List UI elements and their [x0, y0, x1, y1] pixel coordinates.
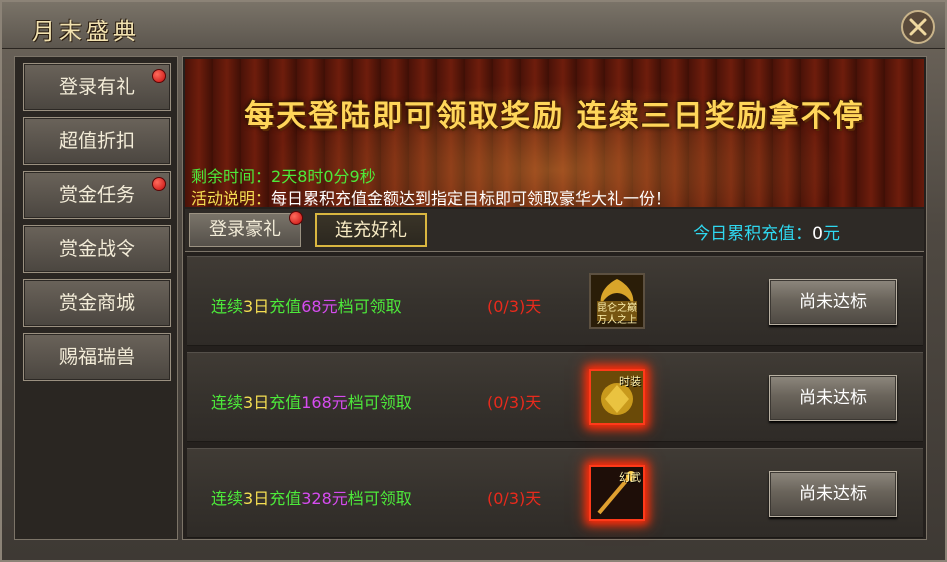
reward-item-art: 昆仑之巅 万人之上 [591, 275, 643, 327]
condition-mid: 充值 [269, 393, 302, 412]
remaining-time-value: 2天8时0分9秒 [271, 167, 376, 186]
condition-suffix: 档可领取 [347, 489, 412, 508]
event-description: 活动说明：每日累积充值金额达到指定目标即可领取豪华大礼一份！ [191, 185, 671, 207]
item-label-line1: 昆仑之巅 [597, 301, 637, 314]
condition-prefix: 连续 [211, 393, 244, 412]
remaining-time-label: 剩余时间： [191, 167, 272, 186]
reward-condition: 连续3日充值168元档可领取 [211, 389, 412, 413]
item-label-line2: 万人之上 [597, 313, 637, 326]
close-icon [901, 10, 935, 44]
reward-progress: (0/3)天 [487, 485, 541, 509]
sidebar-item-discount[interactable]: 超值折扣 [23, 117, 171, 165]
sidebar-item-bounty-task[interactable]: 赏金任务 [23, 171, 171, 219]
sidebar-item-bounty-shop[interactable]: 赏金商城 [23, 279, 171, 327]
event-window: 月末盛典 登录有礼 超值折扣 赏金任务 赏金战令 赏金商城 赐福瑞兽 每天登陆即… [0, 0, 947, 562]
close-button[interactable] [899, 8, 937, 46]
claim-button[interactable]: 尚未达标 [769, 375, 897, 421]
condition-amount: 168元 [301, 393, 348, 412]
item-label: 幻武 [619, 471, 641, 484]
tab-recharge-gift[interactable]: 连充好礼 [315, 213, 427, 247]
notification-dot-icon [152, 177, 166, 191]
sidebar-item-label: 超值折扣 [58, 130, 135, 152]
reward-progress: (0/3)天 [487, 293, 541, 317]
sidebar: 登录有礼 超值折扣 赏金任务 赏金战令 赏金商城 赐福瑞兽 [14, 56, 178, 540]
reward-condition: 连续3日充值328元档可领取 [211, 485, 412, 509]
claim-button[interactable]: 尚未达标 [769, 471, 897, 517]
condition-prefix: 连续 [211, 489, 244, 508]
condition-mid: 充值 [269, 489, 302, 508]
claim-button[interactable]: 尚未达标 [769, 279, 897, 325]
title-bar[interactable]: 月末盛典 [2, 2, 945, 49]
progress-close: )天 [519, 489, 542, 508]
banner-slogan: 每天登陆即可领取奖励 连续三日奖励拿不停 [244, 99, 865, 134]
sidebar-item-label: 赐福瑞兽 [58, 346, 135, 368]
sidebar-item-login-gift[interactable]: 登录有礼 [23, 63, 171, 111]
sidebar-item-label: 赏金战令 [58, 238, 135, 260]
progress-value: 0/3 [493, 393, 519, 412]
condition-suffix: 档可领取 [347, 393, 412, 412]
today-recharge-unit: 元 [823, 224, 840, 244]
event-banner: 每天登陆即可领取奖励 连续三日奖励拿不停 剩余时间：2天8时0分9秒 活动说明：… [185, 59, 924, 207]
progress-close: )天 [519, 297, 542, 316]
condition-days: 3日 [243, 297, 270, 316]
tab-label: 登录豪礼 [209, 219, 281, 240]
window-title: 月末盛典 [32, 19, 140, 45]
condition-days: 3日 [243, 393, 270, 412]
notification-dot-icon [152, 69, 166, 83]
item-label: 时装 [619, 375, 641, 388]
today-recharge-label: 今日累积充值： [693, 224, 813, 244]
phantom-weapon-staff-icon[interactable]: 幻武 [589, 465, 645, 521]
condition-amount: 328元 [301, 489, 348, 508]
event-description-text: 每日累积充值金额达到指定目标即可领取豪华大礼一份！ [271, 189, 672, 207]
today-recharge-total: 今日累积充值：0元 [693, 219, 840, 244]
reward-condition: 连续3日充值68元档可领取 [211, 293, 402, 317]
sidebar-item-label: 登录有礼 [58, 76, 135, 98]
condition-amount: 68元 [301, 297, 338, 316]
tab-label: 连充好礼 [335, 220, 407, 241]
sidebar-item-label: 赏金商城 [58, 292, 135, 314]
tab-login-gift[interactable]: 登录豪礼 [189, 211, 303, 247]
remaining-time: 剩余时间：2天8时0分9秒 [191, 163, 376, 187]
reward-progress: (0/3)天 [487, 389, 541, 413]
condition-prefix: 连续 [211, 297, 244, 316]
reward-row: 连续3日充值68元档可领取 (0/3)天 昆仑之巅 万人之上 尚未达标 [187, 256, 923, 346]
progress-value: 0/3 [493, 297, 519, 316]
progress-value: 0/3 [493, 489, 519, 508]
today-recharge-value: 0 [812, 224, 823, 244]
sidebar-item-bounty-pass[interactable]: 赏金战令 [23, 225, 171, 273]
reward-row: 连续3日充值328元档可领取 (0/3)天 幻武 尚未达标 [187, 448, 923, 538]
condition-mid: 充值 [269, 297, 302, 316]
sidebar-item-blessing-beast[interactable]: 赐福瑞兽 [23, 333, 171, 381]
tab-bar: 登录豪礼 连充好礼 今日累积充值：0元 [185, 209, 924, 252]
notification-dot-icon [289, 211, 303, 225]
sidebar-item-label: 赏金任务 [58, 184, 135, 206]
condition-days: 3日 [243, 489, 270, 508]
reward-row: 连续3日充值168元档可领取 (0/3)天 时装 尚未达标 [187, 352, 923, 442]
gold-title-plaque-icon[interactable]: 昆仑之巅 万人之上 [589, 273, 645, 329]
golden-fashion-armor-icon[interactable]: 时装 [589, 369, 645, 425]
condition-suffix: 档可领取 [337, 297, 402, 316]
event-description-label: 活动说明： [191, 189, 272, 207]
progress-close: )天 [519, 393, 542, 412]
main-panel: 每天登陆即可领取奖励 连续三日奖励拿不停 剩余时间：2天8时0分9秒 活动说明：… [182, 56, 927, 540]
